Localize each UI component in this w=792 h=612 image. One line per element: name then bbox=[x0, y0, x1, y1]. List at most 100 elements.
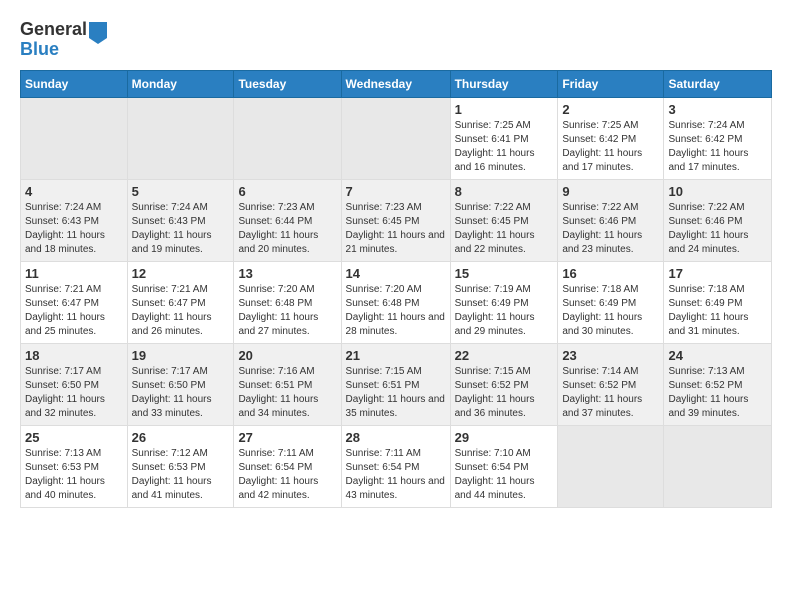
day-info: Sunrise: 7:21 AMSunset: 6:47 PMDaylight:… bbox=[25, 283, 123, 339]
day-info: Sunrise: 7:24 AMSunset: 6:43 PMDaylight:… bbox=[25, 201, 123, 257]
day-cell: 19 Sunrise: 7:17 AMSunset: 6:50 PMDayligh… bbox=[127, 343, 234, 425]
day-number: 15 bbox=[455, 266, 554, 281]
day-info: Sunrise: 7:11 AMSunset: 6:54 PMDaylight:… bbox=[346, 447, 446, 503]
day-cell: 27 Sunrise: 7:11 AMSunset: 6:54 PMDayligh… bbox=[234, 425, 341, 507]
day-number: 5 bbox=[132, 184, 230, 199]
day-cell: 14 Sunrise: 7:20 AMSunset: 6:48 PMDayligh… bbox=[341, 261, 450, 343]
day-number: 1 bbox=[455, 102, 554, 117]
day-number: 20 bbox=[238, 348, 336, 363]
day-info: Sunrise: 7:12 AMSunset: 6:53 PMDaylight:… bbox=[132, 447, 230, 503]
week-row-5: 25Sunrise: 7:13 AMSunset: 6:53 PMDayligh… bbox=[21, 425, 772, 507]
day-cell bbox=[127, 97, 234, 179]
day-info: Sunrise: 7:17 AMSunset: 6:50 PMDaylight:… bbox=[132, 365, 230, 421]
day-info: Sunrise: 7:13 AMSunset: 6:52 PMDaylight:… bbox=[668, 365, 767, 421]
day-cell: 12Sunrise: 7:21 AMSunset: 6:47 PMDayligh… bbox=[127, 261, 234, 343]
col-header-wednesday: Wednesday bbox=[341, 70, 450, 97]
day-cell: 7 Sunrise: 7:23 AMSunset: 6:45 PMDaylight… bbox=[341, 179, 450, 261]
day-number: 16 bbox=[562, 266, 659, 281]
day-number: 22 bbox=[455, 348, 554, 363]
day-info: Sunrise: 7:18 AMSunset: 6:49 PMDaylight:… bbox=[668, 283, 767, 339]
col-header-thursday: Thursday bbox=[450, 70, 558, 97]
day-info: Sunrise: 7:11 AMSunset: 6:54 PMDaylight:… bbox=[238, 447, 336, 503]
day-cell: 22 Sunrise: 7:15 AMSunset: 6:52 PMDayligh… bbox=[450, 343, 558, 425]
logo-text: General Blue bbox=[20, 20, 87, 60]
week-row-4: 18Sunrise: 7:17 AMSunset: 6:50 PMDayligh… bbox=[21, 343, 772, 425]
day-info: Sunrise: 7:15 AMSunset: 6:52 PMDaylight:… bbox=[455, 365, 554, 421]
day-number: 10 bbox=[668, 184, 767, 199]
day-info: Sunrise: 7:22 AMSunset: 6:46 PMDaylight:… bbox=[668, 201, 767, 257]
logo-general: General bbox=[20, 20, 87, 40]
day-info: Sunrise: 7:24 AMSunset: 6:42 PMDaylight:… bbox=[668, 119, 767, 175]
day-number: 3 bbox=[668, 102, 767, 117]
day-info: Sunrise: 7:10 AMSunset: 6:54 PMDaylight:… bbox=[455, 447, 554, 503]
day-info: Sunrise: 7:15 AMSunset: 6:51 PMDaylight:… bbox=[346, 365, 446, 421]
day-number: 8 bbox=[455, 184, 554, 199]
day-info: Sunrise: 7:25 AMSunset: 6:41 PMDaylight:… bbox=[455, 119, 554, 175]
day-number: 4 bbox=[25, 184, 123, 199]
col-header-monday: Monday bbox=[127, 70, 234, 97]
day-cell: 26 Sunrise: 7:12 AMSunset: 6:53 PMDayligh… bbox=[127, 425, 234, 507]
day-number: 13 bbox=[238, 266, 336, 281]
day-cell: 8 Sunrise: 7:22 AMSunset: 6:45 PMDaylight… bbox=[450, 179, 558, 261]
day-info: Sunrise: 7:20 AMSunset: 6:48 PMDaylight:… bbox=[238, 283, 336, 339]
day-number: 11 bbox=[25, 266, 123, 281]
day-cell bbox=[664, 425, 772, 507]
day-info: Sunrise: 7:23 AMSunset: 6:44 PMDaylight:… bbox=[238, 201, 336, 257]
day-cell: 29Sunrise: 7:10 AMSunset: 6:54 PMDayligh… bbox=[450, 425, 558, 507]
day-cell: 21 Sunrise: 7:15 AMSunset: 6:51 PMDayligh… bbox=[341, 343, 450, 425]
calendar-table: SundayMondayTuesdayWednesdayThursdayFrid… bbox=[20, 70, 772, 508]
day-info: Sunrise: 7:25 AMSunset: 6:42 PMDaylight:… bbox=[562, 119, 659, 175]
day-number: 27 bbox=[238, 430, 336, 445]
day-cell: 28 Sunrise: 7:11 AMSunset: 6:54 PMDayligh… bbox=[341, 425, 450, 507]
day-number: 21 bbox=[346, 348, 446, 363]
logo: General Blue bbox=[20, 20, 107, 60]
day-number: 2 bbox=[562, 102, 659, 117]
day-number: 24 bbox=[668, 348, 767, 363]
day-info: Sunrise: 7:18 AMSunset: 6:49 PMDaylight:… bbox=[562, 283, 659, 339]
day-info: Sunrise: 7:14 AMSunset: 6:52 PMDaylight:… bbox=[562, 365, 659, 421]
logo-icon bbox=[89, 22, 107, 44]
day-number: 26 bbox=[132, 430, 230, 445]
day-info: Sunrise: 7:21 AMSunset: 6:47 PMDaylight:… bbox=[132, 283, 230, 339]
day-cell bbox=[234, 97, 341, 179]
day-number: 14 bbox=[346, 266, 446, 281]
day-info: Sunrise: 7:22 AMSunset: 6:45 PMDaylight:… bbox=[455, 201, 554, 257]
page-header: General Blue bbox=[20, 20, 772, 60]
day-number: 23 bbox=[562, 348, 659, 363]
day-cell: 11 Sunrise: 7:21 AMSunset: 6:47 PMDayligh… bbox=[21, 261, 128, 343]
logo-blue: Blue bbox=[20, 40, 87, 60]
day-cell: 24 Sunrise: 7:13 AMSunset: 6:52 PMDayligh… bbox=[664, 343, 772, 425]
col-header-saturday: Saturday bbox=[664, 70, 772, 97]
day-info: Sunrise: 7:23 AMSunset: 6:45 PMDaylight:… bbox=[346, 201, 446, 257]
day-number: 17 bbox=[668, 266, 767, 281]
day-cell: 2 Sunrise: 7:25 AMSunset: 6:42 PMDaylight… bbox=[558, 97, 664, 179]
col-header-sunday: Sunday bbox=[21, 70, 128, 97]
day-number: 19 bbox=[132, 348, 230, 363]
day-number: 9 bbox=[562, 184, 659, 199]
day-cell: 16 Sunrise: 7:18 AMSunset: 6:49 PMDayligh… bbox=[558, 261, 664, 343]
day-info: Sunrise: 7:19 AMSunset: 6:49 PMDaylight:… bbox=[455, 283, 554, 339]
day-cell: 10 Sunrise: 7:22 AMSunset: 6:46 PMDayligh… bbox=[664, 179, 772, 261]
day-cell: 13 Sunrise: 7:20 AMSunset: 6:48 PMDayligh… bbox=[234, 261, 341, 343]
day-cell: 9 Sunrise: 7:22 AMSunset: 6:46 PMDaylight… bbox=[558, 179, 664, 261]
day-cell: 6Sunrise: 7:23 AMSunset: 6:44 PMDaylight… bbox=[234, 179, 341, 261]
day-info: Sunrise: 7:16 AMSunset: 6:51 PMDaylight:… bbox=[238, 365, 336, 421]
day-cell: 23 Sunrise: 7:14 AMSunset: 6:52 PMDayligh… bbox=[558, 343, 664, 425]
day-info: Sunrise: 7:20 AMSunset: 6:48 PMDaylight:… bbox=[346, 283, 446, 339]
day-number: 28 bbox=[346, 430, 446, 445]
day-number: 7 bbox=[346, 184, 446, 199]
day-cell: 17 Sunrise: 7:18 AMSunset: 6:49 PMDayligh… bbox=[664, 261, 772, 343]
day-cell: 25Sunrise: 7:13 AMSunset: 6:53 PMDayligh… bbox=[21, 425, 128, 507]
week-row-2: 4 Sunrise: 7:24 AMSunset: 6:43 PMDaylight… bbox=[21, 179, 772, 261]
day-cell: 15 Sunrise: 7:19 AMSunset: 6:49 PMDayligh… bbox=[450, 261, 558, 343]
day-cell: 20 Sunrise: 7:16 AMSunset: 6:51 PMDayligh… bbox=[234, 343, 341, 425]
day-cell bbox=[21, 97, 128, 179]
day-cell bbox=[558, 425, 664, 507]
day-cell: 5 Sunrise: 7:24 AMSunset: 6:43 PMDaylight… bbox=[127, 179, 234, 261]
day-cell: 1 Sunrise: 7:25 AMSunset: 6:41 PMDaylight… bbox=[450, 97, 558, 179]
header-row: SundayMondayTuesdayWednesdayThursdayFrid… bbox=[21, 70, 772, 97]
day-info: Sunrise: 7:22 AMSunset: 6:46 PMDaylight:… bbox=[562, 201, 659, 257]
day-info: Sunrise: 7:24 AMSunset: 6:43 PMDaylight:… bbox=[132, 201, 230, 257]
day-cell: 3 Sunrise: 7:24 AMSunset: 6:42 PMDaylight… bbox=[664, 97, 772, 179]
day-cell: 4 Sunrise: 7:24 AMSunset: 6:43 PMDaylight… bbox=[21, 179, 128, 261]
